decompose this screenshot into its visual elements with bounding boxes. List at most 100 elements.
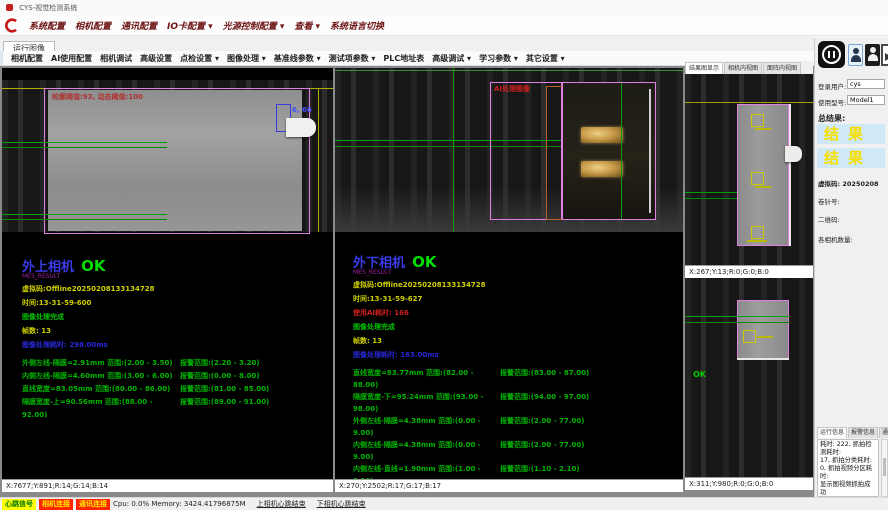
login-user-field[interactable] [847,79,885,89]
tool-ai-usage-config[interactable]: AI使用配置 [51,53,92,64]
blue-overlay-label: 6, 66 [292,106,312,114]
run-log: 耗时: 222, 抓拍检测耗时: 17, 抓拍分类耗时: 0, 抓拍视频分区耗时… [817,439,879,497]
info-tab-run[interactable]: 运行信息 [817,427,847,438]
tool-test-params[interactable]: 测试项参数 ▾ [329,53,376,64]
inspect-mark [747,240,767,242]
camera-image-upper[interactable]: 轮廓阈值:93, 动态阈值:100 6, 66 [2,80,333,232]
barcode-label: 虚拟码: 20250208 [818,178,879,188]
menu-item-io-config[interactable]: IO卡配置 ▾ [167,19,213,32]
tool-advanced-debug[interactable]: 高级调试 ▾ [432,53,471,64]
measure-green-vline [621,83,622,219]
alarm-range-text: 报警范围:(2.00 - 77.00) [500,415,584,439]
tool-camera-debug[interactable]: 相机调试 [100,53,132,64]
right-sidebar: 登录用户: 使用型号: 总结果: 结果 结果 虚拟码: 20250208 卷针号… [814,38,888,497]
tool-learning-params[interactable]: 学习参数 ▾ [479,53,518,64]
measurement-text: 外侧左线-隔膜=4.38mm 范围:(0.00 - 9.00) [353,415,500,439]
preview-tab-result[interactable]: 结果图显示 [685,62,723,74]
app-logo-icon [4,18,19,33]
measure-green-line [685,198,737,199]
heartbeat-status-badge: 心跳信号 [2,499,36,510]
camera-view-lower[interactable]: AI处理图像 外下相机 OK MES_RESULT 虚拟码:Offline202… [335,68,683,492]
tool-camera-config[interactable]: 相机配置 [11,53,43,64]
total-result-label: 总结果: [818,113,845,124]
inspect-mark [757,336,773,338]
preview-image-1[interactable] [685,74,813,265]
alarm-range-text: 报警范围:(94.00 - 97.00) [500,391,589,415]
pixel-coords-lower: X:270;Y:2502;R:17;G:17;B:17 [335,479,683,492]
frame-count-line: 帧数: 13 [353,336,677,346]
info-tab-alarm[interactable]: 报警信息 [848,427,878,438]
barcode-line: 虚拟码:Offline20250208133134728 [353,280,677,290]
measure-green-vline [453,68,454,232]
tool-image-processing[interactable]: 图像处理 ▾ [227,53,266,64]
measurement-row: 内侧左线-隔膜=4.38mm 范围:(0.00 - 9.00) 报警范围:(2.… [353,439,677,463]
measurement-row: 直线宽度=83.05mm 范围:(80.00 - 86.00) 报警范围:(81… [22,383,327,396]
menu-bar: 系统配置 相机配置 通讯配置 IO卡配置 ▾ 光源控制配置 ▾ 查看 ▾ 系统语… [0,16,888,36]
measure-green-line [685,192,737,193]
baseline-green-line [335,70,683,71]
measurement-list: 外侧左线-隔膜=2.91mm 范围:(2.00 - 3.50) 报警范围:(2.… [22,357,327,422]
measure-green-line [2,219,167,220]
preview-view-2[interactable]: OK X:311;Y:980;R:0;G:0;B:0 [685,278,813,490]
frame-count-line: 帧数: 13 [22,326,327,336]
menu-item-language-switch[interactable]: 系统语言切换 [330,19,384,32]
camera-image-lower[interactable]: AI处理图像 [335,68,683,232]
time-line: 时间:13-31-59-627 [353,294,677,304]
tool-other-settings[interactable]: 其它设置 ▾ [526,53,565,64]
tool-advanced-settings[interactable]: 高级设置 [140,53,172,64]
pause-button[interactable] [818,41,845,68]
preview-view-1[interactable]: X:267;Y:13;R:0;G:0;B:0 [685,74,813,278]
camera-view-upper[interactable]: 轮廓阈值:93, 动态阈值:100 6, 66 外上相机 OK MES_RESU… [2,68,333,492]
operator-icon [870,47,876,53]
tab-connector [785,146,802,162]
cpu-memory-readout: Cpu: 0.0% Memory: 3424.41796875M [113,500,246,508]
tab-photo-region [562,82,656,220]
menu-item-system-config[interactable]: 系统配置 [29,19,65,32]
result-display-1: 结果 [817,124,885,144]
model-field[interactable] [847,95,885,105]
inspect-box [751,172,764,185]
app-icon [6,4,13,11]
log-scrollbar-thumb[interactable] [883,458,886,476]
ai-elapsed-line: 使用AI耗时: 166 [353,308,677,318]
menu-item-view[interactable]: 查看 ▾ [294,19,320,32]
tool-spotcheck-settings[interactable]: 点检设置 ▾ [180,53,219,64]
menu-item-comm-config[interactable]: 通讯配置 [121,19,157,32]
tab-connector [286,118,316,137]
info-tab-comm[interactable]: 通讯信息 [879,427,888,438]
user-button[interactable] [848,44,863,66]
menu-item-camera-config[interactable]: 相机配置 [75,19,111,32]
measurement-row: 内侧左线-隔膜=4.60mm 范围:(3.00 - 6.00) 报警范围:(0.… [22,370,327,383]
exit-button[interactable] [881,44,888,66]
cell-region [48,90,302,231]
measurement-row: 直线宽度=83.77mm 范围:(82.00 - 88.00) 报警范围:(83… [353,367,677,391]
tool-baseline-params[interactable]: 基准线参数 ▾ [274,53,321,64]
model-label: 使用型号: [818,97,846,107]
tool-plc-address-table[interactable]: PLC地址表 [383,53,424,64]
elapsed-line: 图像处理耗时: 298.00ms [22,340,327,350]
window-title: CYS-视觉检测系统 [19,4,77,12]
measure-green-line [685,316,790,317]
window-bottom-margin [0,510,888,522]
lower-camera-heartbeat-link[interactable]: 下相机心跳结束 [317,499,366,509]
log-scrollbar[interactable] [881,439,888,497]
preview-tab-area-view[interactable]: 面阵内视图 [763,62,801,74]
measurement-text: 内侧左线-隔膜=4.38mm 范围:(0.00 - 9.00) [353,439,500,463]
barcode-line: 虚拟码:Offline20250208133134728 [22,284,327,294]
result-text-upper: 外上相机 OK MES_RESULT 虚拟码:Offline2025020813… [22,256,327,422]
pause-icon [822,45,841,64]
measurement-row: 外侧左线-隔膜=4.38mm 范围:(0.00 - 9.00) 报警范围:(2.… [353,415,677,439]
bright-edge [737,358,789,360]
user-icon [853,48,859,54]
upper-camera-heartbeat-link[interactable]: 上相机心跳结束 [257,499,306,509]
preview-tab-camera-view[interactable]: 相机内视图 [724,62,762,74]
bright-edge [649,89,651,213]
preview-image-2[interactable]: OK [685,278,813,477]
barcode-value: 20250208 [842,180,878,188]
result-display-2: 结果 [817,148,885,168]
camera-connection-badge: 相机连接 [39,499,73,510]
menu-item-light-config[interactable]: 光源控制配置 ▾ [223,19,285,32]
measurement-text: 直线宽度=83.05mm 范围:(80.00 - 86.00) [22,383,180,396]
measurement-list: 直线宽度=83.77mm 范围:(82.00 - 88.00) 报警范围:(83… [353,367,677,492]
operator-button[interactable] [865,44,880,66]
